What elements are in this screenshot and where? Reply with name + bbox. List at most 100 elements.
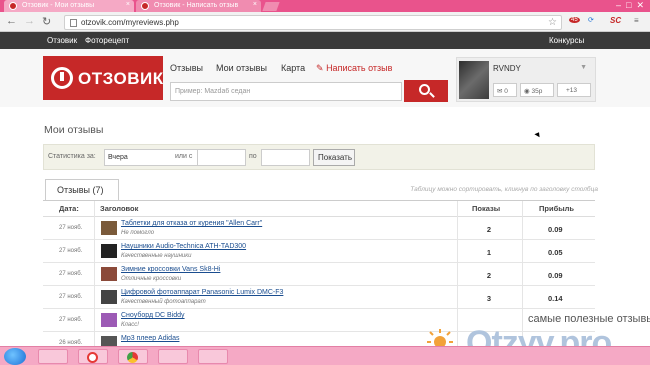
topbar-link-otzovik[interactable]: Отзовик [47,36,77,45]
menu-icon[interactable]: ≡ [634,16,639,25]
to-label: по [249,153,257,160]
nav-link-my-reviews[interactable]: Мои отзывы [216,63,267,73]
review-title-link[interactable]: Наушники Audio-Technica ATH-TAD300 [121,243,246,250]
logo-text: ОТЗОВИК [78,69,164,88]
browser-tab-writereview[interactable]: Отзовик - Написать отзыв × [136,0,261,12]
row-profit: 0.14 [548,294,563,303]
nav-link-reviews[interactable]: Отзывы [170,63,203,73]
review-title-link[interactable]: Сноуборд DC Biddy [121,312,185,319]
back-arrow-icon[interactable]: ← [6,15,17,27]
username[interactable]: RVNDY [493,64,521,73]
date-from-input[interactable] [197,149,246,166]
review-title-link[interactable]: Mp3 плеер Adidas [121,335,179,342]
new-tab-button[interactable] [262,2,280,11]
site-header: ОТЗОВИК Отзывы Мои отзывы Карта ✎ Написа… [0,49,650,107]
stats-label: Статистика за: [48,153,96,160]
rating-badge[interactable]: +13 [557,83,591,97]
row-profit: 0.05 [548,248,563,257]
row-date: 27 нояб. [59,294,83,300]
write-review-label: Написать отзыв [326,63,393,73]
site-topbar: Отзовик Фоторецепт Конкурсы [0,32,650,49]
power-logo-icon [51,67,73,89]
product-thumbnail[interactable] [101,313,117,327]
balance-badge[interactable]: ◉ 35р [520,83,554,97]
review-title-link[interactable]: Зимние кроссовки Vans Sk8-Hi [121,266,220,273]
chrome-icon [127,352,138,363]
column-views[interactable]: Показы [472,204,500,213]
taskbar-folder-button[interactable] [38,349,68,364]
topbar-link-contests[interactable]: Конкурсы [549,36,584,45]
page-title: Мои отзывы [44,124,104,136]
chevron-down-icon[interactable]: ▼ [580,64,587,71]
product-thumbnail[interactable] [101,290,117,304]
product-thumbnail[interactable] [101,221,117,235]
column-title[interactable]: Заголовок [100,204,138,213]
show-button[interactable]: Показать [313,149,355,166]
nav-link-map[interactable]: Карта [281,63,305,73]
column-date[interactable]: Дата: [59,204,79,213]
close-tab-icon[interactable]: × [253,1,257,8]
review-subtitle: Класс! [121,322,139,328]
product-thumbnail[interactable] [101,267,117,281]
extension-sc-icon[interactable]: SC [610,16,621,25]
pencil-icon: ✎ [316,63,324,73]
browser-tabstrip: Отзовик - Мои отзывы × Отзовик - Написат… [0,0,650,12]
table-row: 27 нояб. Наушники Audio-Technica ATH-TAD3… [43,240,595,263]
review-subtitle: Отличные кроссовки [121,276,182,282]
user-panel: RVNDY ▼ ✉ 0 ◉ 35р +13 [456,57,596,102]
browser-tab-label: Отзовик - Мои отзывы [22,2,95,9]
extension-badge-icon[interactable]: 45 [569,17,580,23]
sort-hint: Таблицу можно сортировать, кликнув по за… [410,186,598,193]
taskbar-app-button[interactable] [158,349,188,364]
os-taskbar [0,346,650,365]
column-divider [94,201,95,355]
site-logo[interactable]: ОТЗОВИК [43,56,163,100]
start-button[interactable] [4,348,26,365]
row-views: 1 [486,248,492,257]
search-placeholder: Пример: Mazda6 седан [175,88,251,95]
date-to-input[interactable] [261,149,310,166]
messages-badge[interactable]: ✉ 0 [493,83,517,97]
table-row: 27 нояб. Цифровой фотоаппарат Panasonic L… [43,286,595,309]
row-profit: 0.09 [548,225,563,234]
row-profit: 0.09 [548,271,563,280]
browser-tab-label: Отзовик - Написать отзыв [154,2,239,9]
topbar-link-fotorecept[interactable]: Фоторецепт [85,36,129,45]
taskbar-yandex-button[interactable] [78,349,108,364]
otzovik-favicon-icon [9,2,17,10]
yandex-icon [87,352,98,363]
browser-tab-myreviews[interactable]: Отзовик - Мои отзывы × [4,0,134,12]
row-views: 2 [486,225,492,234]
reload-icon[interactable]: ↻ [42,15,51,28]
window-controls[interactable]: – □ ✕ [616,0,644,11]
from-label: или с [175,153,193,160]
table-header: Дата: Заголовок Показы Прибыль [43,201,595,217]
row-views: 2 [486,271,492,280]
avatar[interactable] [459,61,489,99]
taskbar-media-button[interactable] [198,349,228,364]
page-icon [70,19,77,27]
otzovik-favicon-icon [141,2,149,10]
row-date: 27 нояб. [59,248,83,254]
table-row: 27 нояб. Таблетки для отказа от курения "… [43,217,595,240]
row-date: 27 нояб. [59,225,83,231]
product-thumbnail[interactable] [101,244,117,258]
close-tab-icon[interactable]: × [126,1,130,8]
search-input[interactable]: Пример: Mazda6 седан [170,82,402,101]
address-bar[interactable]: otzovik.com/myreviews.php ☆ [64,15,562,30]
tab-reviews[interactable]: Отзывы (7) [45,179,119,201]
review-subtitle: Качественные наушники [121,253,192,259]
row-date: 27 нояб. [59,317,83,323]
row-views: 3 [486,294,492,303]
row-date: 27 нояб. [59,271,83,277]
search-button[interactable] [404,80,448,102]
extension-icon[interactable]: ⟳ [588,16,594,24]
forward-arrow-icon[interactable]: → [24,15,35,27]
column-profit[interactable]: Прибыль [539,204,574,213]
review-title-link[interactable]: Цифровой фотоаппарат Panasonic Lumix DMC… [121,289,283,296]
write-review-link[interactable]: ✎ Написать отзыв [316,63,392,74]
browser-toolbar: ← → ↻ otzovik.com/myreviews.php ☆ 45 ⟳ S… [0,12,650,32]
review-title-link[interactable]: Таблетки для отказа от курения "Allen Ca… [121,220,262,227]
bookmark-star-icon[interactable]: ☆ [548,17,557,28]
taskbar-chrome-button[interactable] [118,349,148,364]
